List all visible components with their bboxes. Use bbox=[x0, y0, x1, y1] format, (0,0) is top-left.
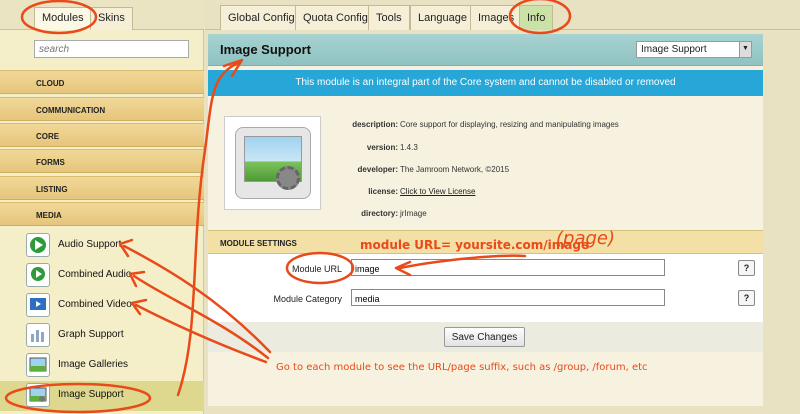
image-icon bbox=[26, 383, 50, 407]
module-url-help-button[interactable]: ? bbox=[738, 260, 755, 276]
module-tabs: Global Config Quota Config Tools Languag… bbox=[205, 0, 800, 30]
sidebar: Modules Skins CLOUD COMMUNICATION CORE F… bbox=[0, 0, 204, 414]
title-bar: Image Support Image Support ▼ bbox=[208, 34, 763, 66]
module-info: description: Core support for displaying… bbox=[208, 98, 763, 226]
category-cloud[interactable]: CLOUD bbox=[0, 70, 204, 94]
category-forms[interactable]: FORMS bbox=[0, 149, 204, 173]
module-category-help-button[interactable]: ? bbox=[738, 290, 755, 306]
tab-info[interactable]: Info bbox=[519, 5, 554, 30]
url-annotation: module URL= yoursite.com/image bbox=[360, 238, 590, 252]
main-panel: Image Support Image Support ▼ This modul… bbox=[208, 34, 763, 406]
module-category-input[interactable] bbox=[351, 289, 665, 306]
module-select[interactable]: Image Support ▼ bbox=[636, 41, 752, 58]
category-communication[interactable]: COMMUNICATION bbox=[0, 97, 204, 121]
settings-header-label: MODULE SETTINGS bbox=[220, 239, 297, 248]
sidebar-item-image-galleries[interactable]: Image Galleries bbox=[26, 351, 204, 379]
tab-modules[interactable]: Modules bbox=[34, 7, 92, 30]
save-changes-button[interactable]: Save Changes bbox=[444, 327, 525, 347]
info-key-directory: directory: bbox=[361, 209, 398, 218]
sidebar-item-combined-audio[interactable]: Combined Audio bbox=[26, 261, 204, 289]
bottom-annotation: Go to each module to see the URL/page su… bbox=[276, 362, 648, 373]
info-value-directory: jrImage bbox=[400, 209, 427, 218]
gear-icon bbox=[276, 166, 300, 190]
category-core[interactable]: CORE bbox=[0, 123, 204, 147]
save-row: Save Changes bbox=[208, 322, 763, 352]
sidebar-item-label: Graph Support bbox=[58, 329, 124, 340]
tab-images[interactable]: Images bbox=[470, 5, 523, 30]
info-key-developer: developer: bbox=[357, 165, 398, 174]
page-title: Image Support bbox=[220, 42, 312, 57]
sidebar-tabs: Modules Skins bbox=[0, 0, 204, 30]
info-value-description: Core support for displaying, resizing an… bbox=[400, 120, 619, 129]
tab-tools[interactable]: Tools bbox=[368, 5, 410, 30]
sidebar-item-label: Image Support bbox=[58, 389, 124, 400]
sidebar-item-label: Combined Audio bbox=[58, 269, 132, 280]
tab-language[interactable]: Language bbox=[410, 5, 475, 30]
category-media[interactable]: MEDIA bbox=[0, 202, 204, 226]
module-url-input[interactable] bbox=[351, 259, 665, 276]
chevron-down-icon: ▼ bbox=[739, 42, 751, 57]
sidebar-item-combined-video[interactable]: Combined Video bbox=[26, 291, 204, 319]
graph-icon bbox=[26, 323, 50, 347]
sidebar-item-audio-support[interactable]: Audio Support bbox=[26, 231, 204, 259]
video-icon bbox=[26, 293, 50, 317]
notice-banner: This module is an integral part of the C… bbox=[208, 70, 763, 96]
sidebar-item-label: Image Galleries bbox=[58, 359, 129, 370]
tab-global-config[interactable]: Global Config bbox=[220, 5, 303, 30]
sidebar-item-label: Audio Support bbox=[58, 239, 122, 250]
module-category-label: Module Category bbox=[273, 294, 342, 304]
sidebar-item-label: Combined Video bbox=[58, 299, 132, 310]
gallery-icon bbox=[26, 353, 50, 377]
info-value-version: 1.4.3 bbox=[400, 143, 418, 152]
sidebar-item-image-support[interactable]: Image Support bbox=[0, 381, 204, 411]
module-select-value: Image Support bbox=[641, 44, 707, 55]
module-image-icon bbox=[224, 116, 321, 210]
category-listing[interactable]: LISTING bbox=[0, 176, 204, 200]
module-url-label: Module URL bbox=[291, 264, 342, 274]
play-icon bbox=[26, 233, 50, 257]
search-input[interactable] bbox=[34, 40, 189, 58]
play-icon bbox=[26, 263, 50, 287]
tab-skins[interactable]: Skins bbox=[90, 7, 133, 30]
license-link[interactable]: Click to View License bbox=[400, 187, 475, 196]
info-key-description: description: bbox=[352, 120, 398, 129]
info-key-license: license: bbox=[368, 187, 398, 196]
tab-quota-config[interactable]: Quota Config bbox=[295, 5, 376, 30]
info-key-version: version: bbox=[366, 143, 398, 152]
sidebar-item-graph-support[interactable]: Graph Support bbox=[26, 321, 204, 349]
page-annotation: (page) bbox=[556, 228, 616, 249]
info-value-developer: The Jamroom Network, ©2015 bbox=[400, 165, 510, 174]
